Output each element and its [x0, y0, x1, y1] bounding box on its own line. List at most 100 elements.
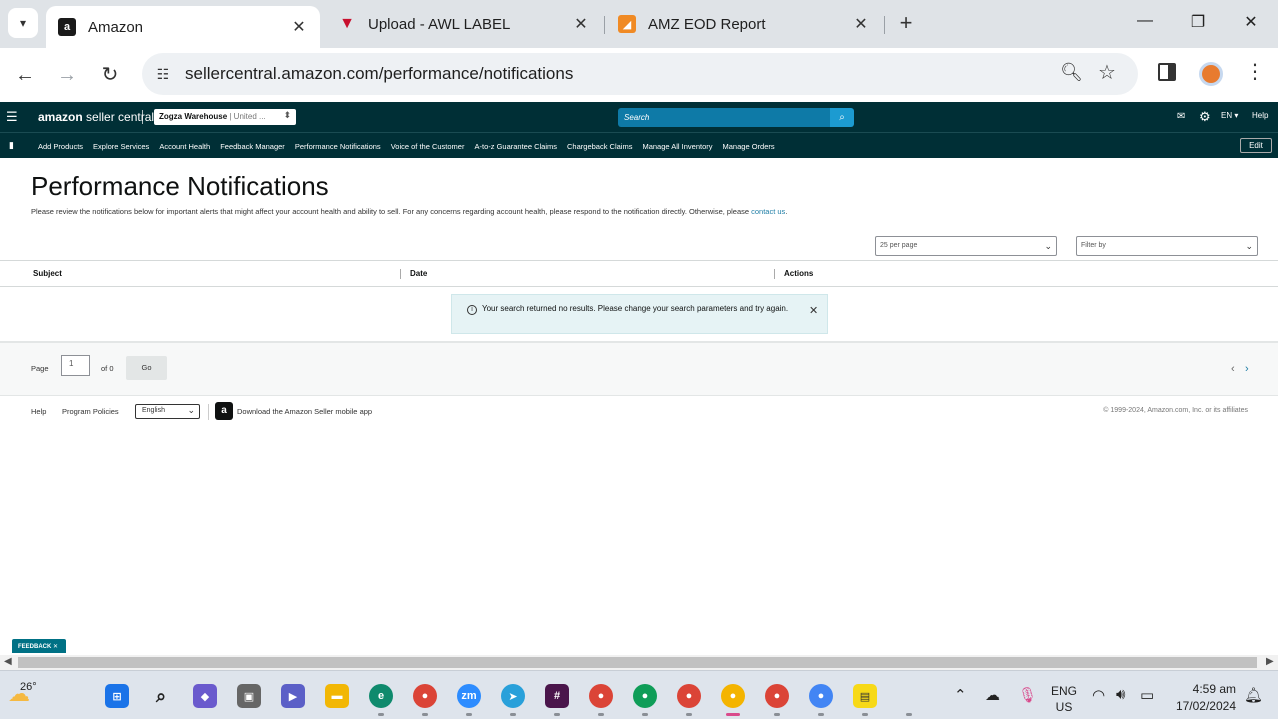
- column-actions[interactable]: Actions: [784, 269, 813, 278]
- teams-icon[interactable]: ▶: [281, 684, 305, 708]
- close-tab-icon[interactable]: ✕: [852, 14, 870, 34]
- nav-item-performance-notifications[interactable]: Performance Notifications: [295, 142, 381, 151]
- notifications-bell-icon[interactable]: 🔔︎: [1244, 686, 1263, 704]
- scroll-right-icon[interactable]: ▶: [1266, 656, 1274, 667]
- program-policies-link[interactable]: Program Policies: [62, 407, 119, 416]
- per-page-value: 25 per page: [880, 242, 918, 249]
- new-tab-plus-icon[interactable]: +: [895, 12, 917, 34]
- microphone-icon[interactable]: 🎙︎: [1018, 686, 1037, 704]
- chrome-profile-icon[interactable]: ●: [589, 684, 613, 708]
- copyright-text: © 1999-2024, Amazon.com, Inc. or its aff…: [1103, 407, 1248, 414]
- onedrive-cloud-icon[interactable]: ☁: [985, 686, 1000, 704]
- file-explorer-icon[interactable]: ▬: [325, 684, 349, 708]
- go-button[interactable]: Go: [126, 356, 167, 380]
- seller-central-header: ☰ amazon seller central Zogza Warehouse …: [0, 102, 1278, 132]
- windows-start-icon[interactable]: ⊞: [105, 684, 129, 708]
- nav-item-voice-of-customer[interactable]: Voice of the Customer: [391, 142, 465, 151]
- forward-arrow-icon[interactable]: →: [54, 62, 80, 88]
- search-icon[interactable]: ⌕: [830, 108, 854, 127]
- scroll-left-icon[interactable]: ◀: [4, 656, 12, 667]
- footer-language-select[interactable]: English ⌄: [135, 404, 200, 419]
- chrome-active-icon[interactable]: ●: [721, 684, 745, 708]
- sticky-notes-icon[interactable]: ▤: [853, 684, 877, 708]
- column-date[interactable]: Date: [410, 269, 427, 278]
- profile-avatar[interactable]: [1199, 62, 1223, 86]
- filter-by-dropdown[interactable]: Filter by ⌄: [1076, 236, 1258, 256]
- task-view-icon[interactable]: ▣: [237, 684, 261, 708]
- bookmark-icon[interactable]: ▮: [9, 140, 14, 151]
- footer-help-link[interactable]: Help: [31, 407, 46, 416]
- nav-item-feedback-manager[interactable]: Feedback Manager: [220, 142, 285, 151]
- input-language-indicator[interactable]: ENG US: [1051, 683, 1077, 715]
- browser-toolbar: ← → ↻ ☷ sellercentral.amazon.com/perform…: [0, 48, 1278, 102]
- running-indicator: [642, 713, 648, 716]
- copilot-icon[interactable]: ◆: [193, 684, 217, 708]
- slack-icon[interactable]: #: [545, 684, 569, 708]
- tab-amz-eod-report[interactable]: ◢ AMZ EOD Report ✕: [606, 6, 882, 42]
- nav-item-atoz-claims[interactable]: A-to-z Guarantee Claims: [474, 142, 557, 151]
- address-bar[interactable]: ☷ sellercentral.amazon.com/performance/n…: [142, 53, 1138, 95]
- bookmark-star-icon[interactable]: ☆: [1098, 60, 1116, 85]
- tab-amazon[interactable]: a Amazon ✕: [46, 6, 320, 48]
- volume-icon[interactable]: 🔊︎: [1116, 686, 1125, 703]
- close-window-icon[interactable]: ✕: [1241, 12, 1261, 32]
- language-selector[interactable]: EN ▾: [1221, 111, 1238, 120]
- per-page-dropdown[interactable]: 25 per page ⌄: [875, 236, 1057, 256]
- site-settings-icon[interactable]: ☷: [152, 63, 174, 85]
- seller-central-logo[interactable]: amazon seller central: [38, 110, 154, 124]
- restore-icon[interactable]: ❐: [1188, 12, 1208, 32]
- system-clock[interactable]: 4:59 am 17/02/2024: [1168, 681, 1236, 715]
- nav-item-explore-services[interactable]: Explore Services: [93, 142, 149, 151]
- chrome-profile-icon[interactable]: ●: [677, 684, 701, 708]
- wifi-icon[interactable]: ◠: [1092, 686, 1105, 704]
- scrollbar-thumb[interactable]: [18, 657, 1257, 668]
- running-indicator: [598, 713, 604, 716]
- store-selector[interactable]: Zogza Warehouse | United ... ⬍: [154, 109, 296, 125]
- nav-item-account-health[interactable]: Account Health: [159, 142, 210, 151]
- edit-nav-button[interactable]: Edit: [1240, 138, 1272, 153]
- nav-item-chargeback-claims[interactable]: Chargeback Claims: [567, 142, 632, 151]
- chrome-profile-icon[interactable]: ●: [809, 684, 833, 708]
- next-page-icon[interactable]: ›: [1245, 363, 1249, 375]
- hamburger-menu-icon[interactable]: ☰: [6, 109, 18, 125]
- side-panel-icon[interactable]: [1158, 63, 1176, 81]
- column-subject[interactable]: Subject: [33, 269, 62, 278]
- contact-us-link[interactable]: contact us: [751, 207, 785, 216]
- nav-item-manage-inventory[interactable]: Manage All Inventory: [642, 142, 712, 151]
- close-tab-icon[interactable]: ✕: [572, 14, 590, 34]
- feedback-button[interactable]: FEEDBACK ✕: [12, 639, 66, 653]
- show-hidden-icons-chevron-icon[interactable]: ⌃: [954, 686, 967, 704]
- minimize-icon[interactable]: —: [1135, 12, 1155, 30]
- running-indicator: [554, 713, 560, 716]
- chrome-icon[interactable]: ●: [413, 684, 437, 708]
- nav-item-add-products[interactable]: Add Products: [38, 142, 83, 151]
- battery-icon[interactable]: ▭: [1140, 686, 1154, 704]
- download-app-link[interactable]: Download the Amazon Seller mobile app: [237, 407, 372, 416]
- tab-upload-awl-label[interactable]: ▼ Upload - AWL LABEL ✕: [326, 6, 602, 42]
- zoom-app-icon[interactable]: zm: [457, 684, 481, 708]
- gear-icon[interactable]: ⚙: [1199, 109, 1211, 125]
- close-tab-icon[interactable]: ✕: [290, 17, 308, 37]
- telegram-icon[interactable]: ➤: [501, 684, 525, 708]
- store-region: | United ...: [227, 112, 266, 121]
- horizontal-scrollbar[interactable]: ◀ ▶: [0, 655, 1278, 670]
- page-number-input[interactable]: 1: [61, 355, 90, 376]
- url-text[interactable]: sellercentral.amazon.com/performance/not…: [185, 64, 573, 84]
- previous-page-icon[interactable]: ‹: [1231, 363, 1235, 375]
- column-divider: [400, 269, 401, 279]
- chrome-profile-icon[interactable]: ●: [633, 684, 657, 708]
- mail-icon[interactable]: ✉: [1177, 111, 1185, 122]
- search-icon[interactable]: ⌕: [149, 684, 173, 708]
- reload-icon[interactable]: ↻: [97, 62, 123, 88]
- chrome-profile-icon[interactable]: ●: [765, 684, 789, 708]
- close-alert-icon[interactable]: ✕: [809, 304, 818, 317]
- nav-item-manage-orders[interactable]: Manage Orders: [723, 142, 775, 151]
- tab-search-button[interactable]: ▾: [8, 8, 38, 38]
- header-search-input[interactable]: Search: [618, 108, 830, 127]
- amazon-app-icon[interactable]: a: [215, 402, 233, 420]
- edge-icon[interactable]: e: [369, 684, 393, 708]
- back-arrow-icon[interactable]: ←: [12, 62, 38, 88]
- more-menu-icon[interactable]: ⋮: [1245, 62, 1265, 82]
- header-help-link[interactable]: Help: [1252, 111, 1268, 120]
- zoom-magnifier-icon[interactable]: 🔍︎: [1060, 62, 1083, 83]
